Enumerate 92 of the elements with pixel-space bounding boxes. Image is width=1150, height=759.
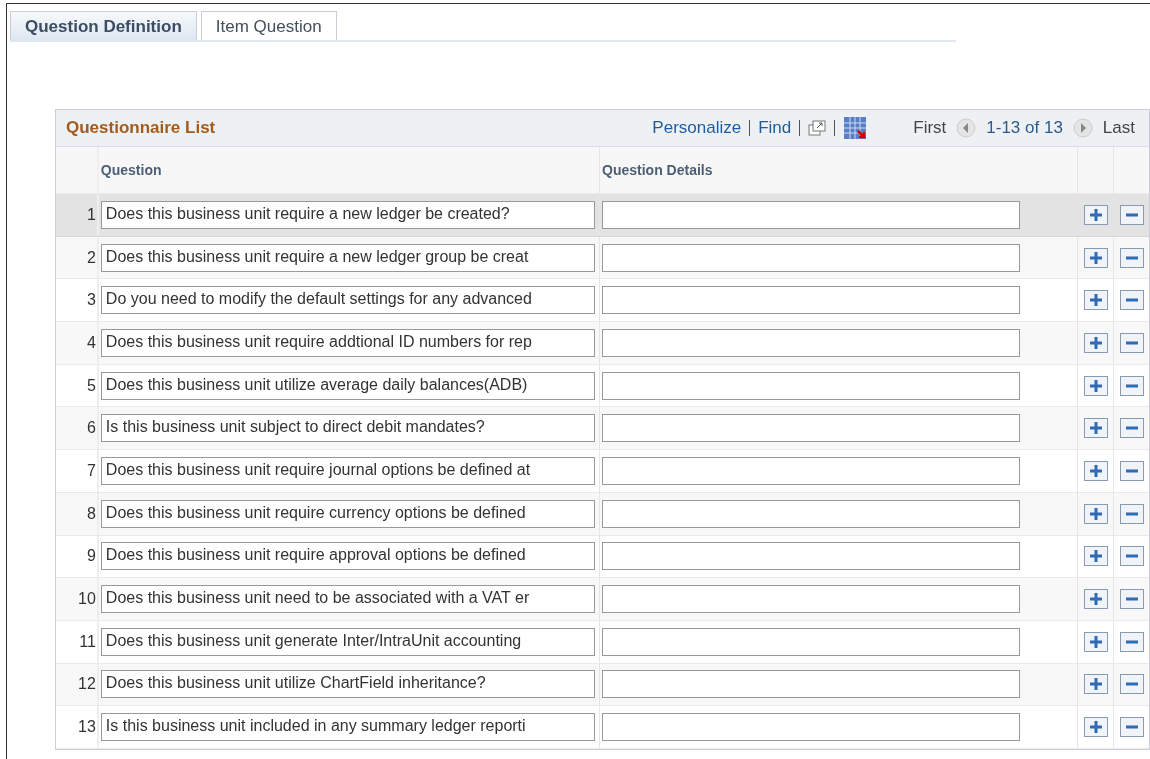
last-label: Last — [1102, 118, 1135, 138]
details-field[interactable] — [602, 286, 1020, 315]
delete-row-button[interactable] — [1119, 375, 1144, 396]
details-field[interactable] — [602, 328, 1020, 357]
row-range: 1-13 of 13 — [986, 118, 1063, 138]
question-field[interactable]: Does this business unit require currency options be defined — [100, 499, 595, 528]
row-number: 10 — [78, 590, 96, 609]
add-row-button[interactable] — [1083, 631, 1108, 652]
grid-link[interactable]: Find — [758, 118, 792, 138]
delete-row-button[interactable] — [1119, 674, 1144, 695]
delete-row-button[interactable] — [1119, 546, 1144, 567]
details-field[interactable] — [602, 243, 1020, 272]
table-row[interactable]: 13 Is this business unit included in any summary ledger reporti — [56, 706, 1149, 749]
delete-row-button[interactable] — [1119, 418, 1144, 439]
delete-row-button[interactable] — [1119, 460, 1144, 481]
table-row[interactable]: 5 Does this business unit utilize average daily balances(ADB) — [56, 364, 1149, 408]
first-label: First — [913, 118, 947, 138]
question-field[interactable]: Does this business unit require a new ledger group be creat — [100, 243, 595, 272]
row-number: 5 — [86, 376, 96, 395]
tab[interactable]: Item Question — [200, 11, 337, 40]
row-number: 9 — [86, 547, 96, 566]
add-row-button[interactable] — [1083, 332, 1108, 353]
question-field[interactable]: Does this business unit require approval options be defined — [100, 542, 595, 571]
table-row[interactable]: 6 Is this business unit subject to direct debit mandates? — [56, 407, 1149, 451]
row-number: 4 — [86, 333, 96, 352]
details-field[interactable] — [602, 542, 1020, 571]
table-row[interactable]: 3 Do you need to modify the default settings for any advanced — [56, 279, 1149, 323]
question-field[interactable]: Does this business unit require a new ledger be created? — [100, 200, 595, 229]
row-number: 7 — [86, 461, 96, 480]
question-field[interactable]: Is this business unit subject to direct debit mandates? — [100, 414, 595, 443]
grid-title: Questionnaire List — [66, 118, 216, 138]
delete-row-button[interactable] — [1119, 631, 1144, 652]
add-row-button[interactable] — [1083, 589, 1108, 610]
details-field[interactable] — [602, 585, 1020, 614]
table-row[interactable]: 4 Does this business unit require addtional ID numbers for rep — [56, 322, 1149, 365]
row-number: 8 — [86, 504, 96, 523]
delete-row-button[interactable] — [1119, 290, 1144, 311]
table-row[interactable]: 10 Does this business unit need to be associated with a VAT er — [56, 578, 1149, 621]
tab[interactable]: Question Definition — [10, 11, 197, 40]
row-number: 3 — [86, 291, 96, 310]
details-field[interactable] — [602, 456, 1020, 485]
question-field[interactable]: Is this business unit included in any summary ledger reporti — [100, 713, 595, 742]
table-row[interactable]: 7 Does this business unit require journal options be defined at — [56, 450, 1149, 493]
details-field[interactable] — [602, 371, 1020, 400]
new-window-icon[interactable] — [808, 119, 827, 137]
table-row[interactable]: 12 Does this business unit utilize ChartField inheritance? — [56, 663, 1149, 707]
details-field[interactable] — [602, 200, 1020, 229]
delete-row-button[interactable] — [1119, 247, 1144, 268]
question-field[interactable]: Does this business unit utilize ChartField inheritance? — [100, 670, 595, 699]
column-header: Question Details — [602, 162, 713, 178]
row-number: 2 — [86, 248, 96, 267]
grid-link[interactable]: Personalize — [652, 118, 742, 138]
delete-row-button[interactable] — [1119, 204, 1144, 225]
row-number: 1 — [86, 205, 96, 224]
details-field[interactable] — [602, 499, 1020, 528]
details-field[interactable] — [602, 670, 1020, 699]
add-row-button[interactable] — [1083, 375, 1108, 396]
add-row-button[interactable] — [1083, 674, 1108, 695]
add-row-button[interactable] — [1083, 204, 1108, 225]
delete-row-button[interactable] — [1119, 332, 1144, 353]
question-field[interactable]: Does this business unit require journal options be defined at — [100, 456, 595, 485]
row-number: 13 — [78, 718, 96, 737]
question-field[interactable]: Does this business unit require addtional ID numbers for rep — [100, 328, 595, 357]
column-header: Question — [100, 162, 162, 178]
row-number: 12 — [78, 675, 96, 694]
delete-row-button[interactable] — [1119, 717, 1144, 738]
table-row[interactable]: 8 Does this business unit require currency options be defined — [56, 492, 1149, 536]
add-row-button[interactable] — [1083, 717, 1108, 738]
add-row-button[interactable] — [1083, 460, 1108, 481]
next-icon[interactable] — [1072, 118, 1093, 138]
details-field[interactable] — [602, 713, 1020, 742]
table-row[interactable]: 9 Does this business unit require approval options be defined — [56, 535, 1149, 579]
table-row[interactable]: 1 Does this business unit require a new ledger be created? — [56, 194, 1149, 237]
question-field[interactable]: Does this business unit generate Inter/IntraUnit accounting — [100, 627, 595, 656]
add-row-button[interactable] — [1083, 247, 1108, 268]
table-row[interactable]: 11 Does this business unit generate Inter/IntraUnit accounting — [56, 620, 1149, 664]
add-row-button[interactable] — [1083, 418, 1108, 439]
question-field[interactable]: Do you need to modify the default settings for any advanced — [100, 286, 595, 315]
add-row-button[interactable] — [1083, 290, 1108, 311]
details-field[interactable] — [602, 414, 1020, 443]
question-field[interactable]: Does this business unit need to be associated with a VAT er — [100, 585, 595, 614]
details-field[interactable] — [602, 627, 1020, 656]
add-row-button[interactable] — [1083, 503, 1108, 524]
delete-row-button[interactable] — [1119, 589, 1144, 610]
add-row-button[interactable] — [1083, 546, 1108, 567]
row-number: 11 — [79, 632, 96, 651]
previous-icon[interactable] — [956, 118, 977, 138]
table-row[interactable]: 2 Does this business unit require a new ledger group be creat — [56, 236, 1149, 280]
question-field[interactable]: Does this business unit utilize average daily balances(ADB) — [100, 371, 595, 400]
row-number: 6 — [86, 419, 96, 438]
delete-row-button[interactable] — [1119, 503, 1144, 524]
spreadsheet-download-icon[interactable] — [843, 116, 868, 140]
